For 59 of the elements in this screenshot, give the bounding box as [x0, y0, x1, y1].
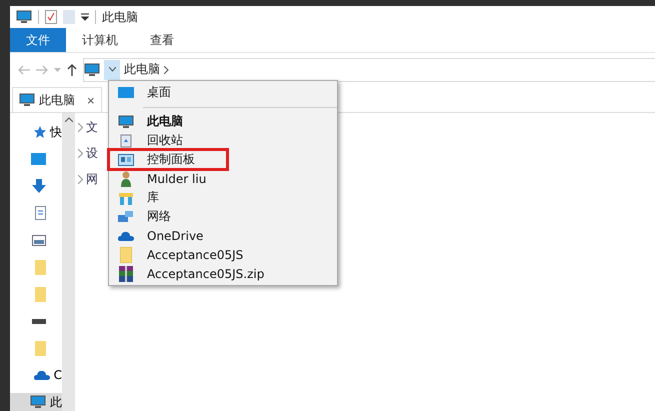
caret-icon: [108, 67, 116, 72]
network-icon: [118, 210, 134, 224]
download-icon: [32, 179, 46, 193]
control-panel-icon: [118, 154, 134, 166]
nav-item[interactable]: 此: [10, 393, 62, 411]
computer-icon: [16, 10, 32, 24]
library-icon: [118, 190, 134, 204]
menu-item[interactable]: 库: [109, 188, 337, 207]
ribbon-tab[interactable]: 文件: [10, 28, 66, 52]
menu-item[interactable]: Mulder liu: [109, 169, 337, 188]
menu-item[interactable]: OneDrive: [109, 226, 337, 245]
archive-icon: [119, 266, 133, 282]
back-icon[interactable]: [18, 64, 30, 74]
cloud-icon: [118, 230, 134, 240]
cloud-icon: [34, 370, 50, 380]
menu-item[interactable]: 控制面板: [109, 150, 227, 169]
folder-icon: [35, 286, 46, 302]
drive-icon: [32, 318, 46, 324]
chevron-right-icon[interactable]: [78, 123, 83, 132]
computer-icon: [84, 62, 100, 76]
tab-label: 此电脑: [39, 92, 75, 108]
menu-item[interactable]: Acceptance05JS.zip: [109, 264, 337, 283]
explorer-tab[interactable]: 此电脑 ×: [12, 87, 102, 112]
user-icon: [120, 170, 132, 186]
document-icon: [35, 206, 46, 220]
tree-label[interactable]: 文: [86, 119, 98, 136]
menu-item[interactable]: 此电脑: [109, 112, 337, 131]
up-icon[interactable]: [67, 64, 77, 76]
tree-label[interactable]: 设: [86, 145, 98, 162]
dropdown-icon[interactable]: [81, 13, 89, 21]
close-button[interactable]: ×: [79, 92, 95, 108]
menu-item[interactable]: 回收站: [109, 131, 337, 150]
computer-icon: [118, 114, 134, 128]
pictures-icon: [32, 234, 46, 246]
star-icon: [34, 126, 46, 138]
forward-icon[interactable]: [36, 64, 48, 74]
computer-icon: [30, 395, 46, 409]
address-text: 此电脑: [124, 61, 160, 78]
folder-icon: [35, 260, 46, 274]
window-title: 此电脑: [102, 8, 138, 26]
chevron-right-icon: [164, 66, 169, 74]
caret-icon[interactable]: [54, 68, 61, 72]
menu-item[interactable]: Acceptance05JS: [109, 245, 337, 264]
tree-label[interactable]: 网: [86, 171, 98, 188]
menu-item[interactable]: 桌面: [109, 83, 337, 102]
desktop-icon: [118, 86, 134, 100]
chevron-right-icon[interactable]: [78, 175, 83, 184]
folder-icon: [120, 246, 132, 262]
folder-icon: [35, 340, 46, 356]
properties-icon[interactable]: [45, 10, 57, 24]
recycle-bin-icon: [120, 134, 132, 148]
menu-item[interactable]: 网络: [109, 207, 337, 226]
nav-item[interactable]: C: [10, 366, 62, 384]
desktop-icon: [31, 153, 46, 165]
computer-icon: [19, 93, 35, 107]
nav-item[interactable]: 快: [10, 123, 62, 141]
scroll-up-icon[interactable]: [64, 117, 72, 122]
chevron-button[interactable]: [104, 60, 120, 80]
chevron-right-icon[interactable]: [78, 149, 83, 158]
